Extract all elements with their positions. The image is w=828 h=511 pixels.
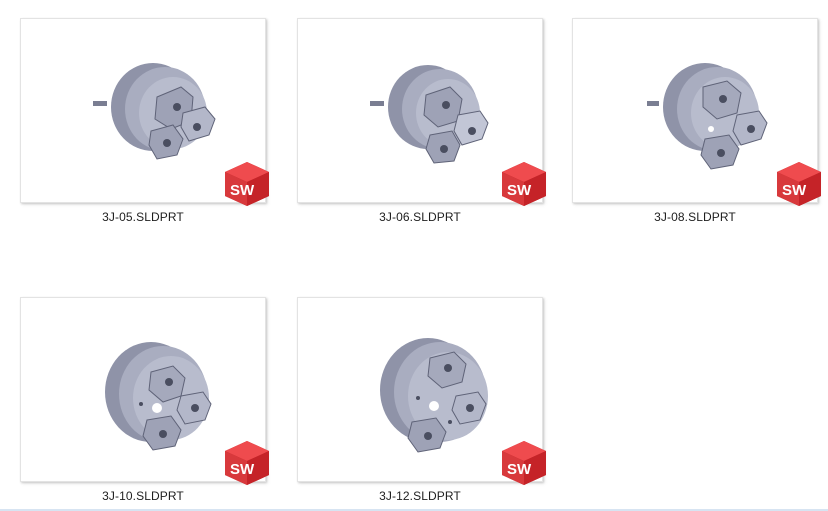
svg-text:SW: SW xyxy=(230,461,255,478)
solidworks-badge-icon: SW xyxy=(502,441,546,485)
solidworks-badge-icon: SW xyxy=(225,162,269,206)
svg-text:SW: SW xyxy=(782,182,807,199)
file-thumbnail: SW xyxy=(20,297,269,485)
file-thumbnail: SW xyxy=(572,18,821,206)
file-browser-view: SW 3J-05.SLDPRT SW 3J-06.SLDPRT SW 3J-08… xyxy=(0,0,828,511)
file-name[interactable]: 3J-10.SLDPRT xyxy=(20,489,266,503)
solidworks-badge-icon: SW xyxy=(225,441,269,485)
file-name[interactable]: 3J-05.SLDPRT xyxy=(20,210,266,224)
file-item-3j-10[interactable]: SW 3J-10.SLDPRT xyxy=(20,297,269,511)
solidworks-badge-icon: SW xyxy=(502,162,546,206)
svg-text:SW: SW xyxy=(507,461,532,478)
file-thumbnail: SW xyxy=(297,18,546,206)
file-item-3j-12[interactable]: SW 3J-12.SLDPRT xyxy=(297,297,546,511)
file-item-3j-05[interactable]: SW 3J-05.SLDPRT xyxy=(20,18,269,238)
svg-text:SW: SW xyxy=(230,182,255,199)
file-name[interactable]: 3J-12.SLDPRT xyxy=(297,489,543,503)
file-name[interactable]: 3J-08.SLDPRT xyxy=(572,210,818,224)
file-name[interactable]: 3J-06.SLDPRT xyxy=(297,210,543,224)
file-item-3j-06[interactable]: SW 3J-06.SLDPRT xyxy=(297,18,546,238)
file-thumbnail: SW xyxy=(297,297,546,485)
solidworks-badge-icon: SW xyxy=(777,162,821,206)
file-thumbnail: SW xyxy=(20,18,269,206)
file-item-3j-08[interactable]: SW 3J-08.SLDPRT xyxy=(572,18,821,238)
svg-text:SW: SW xyxy=(507,182,532,199)
